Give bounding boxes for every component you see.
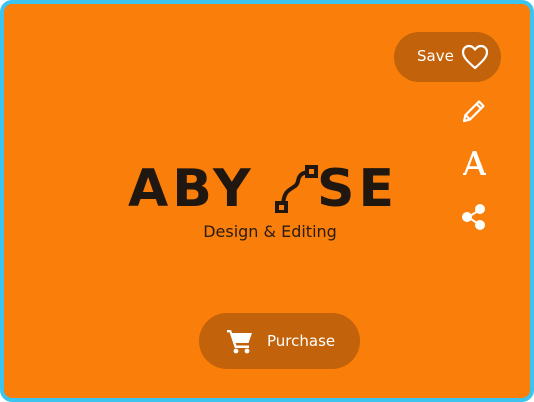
logo-text-left: ABY xyxy=(128,159,255,219)
save-button[interactable]: Save xyxy=(394,32,501,82)
brand-logo: ABY SE xyxy=(124,159,414,219)
bezier-path-icon xyxy=(275,165,318,213)
font-a-icon[interactable] xyxy=(460,148,490,178)
design-card: Save ABY SE Design & Editing Purchase xyxy=(0,0,534,402)
purchase-button[interactable]: Purchase xyxy=(199,313,360,369)
cart-icon xyxy=(227,330,252,354)
logo-text-right: SE xyxy=(317,159,398,219)
logo-tagline: Design & Editing xyxy=(203,222,337,241)
pencil-icon[interactable] xyxy=(459,96,489,126)
share-icon[interactable] xyxy=(459,202,489,232)
heart-icon xyxy=(461,44,489,70)
save-button-label: Save xyxy=(417,47,454,65)
purchase-button-label: Purchase xyxy=(267,332,336,350)
